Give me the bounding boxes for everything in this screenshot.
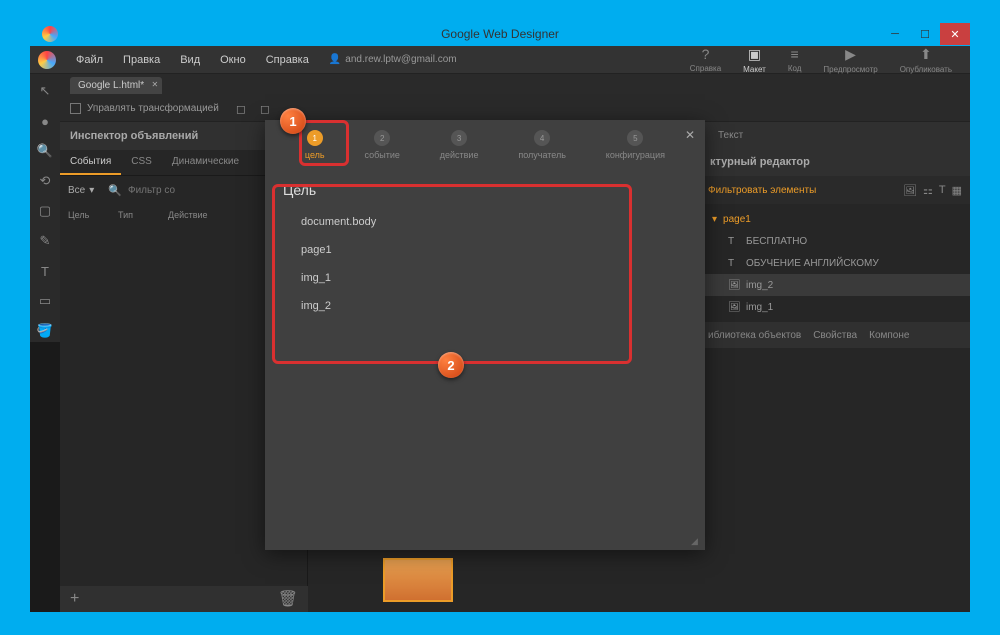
target-item[interactable]: img_1 (283, 264, 687, 292)
menu-view[interactable]: Вид (170, 54, 210, 66)
zoom-tool[interactable]: 🔍 (34, 140, 56, 162)
rect-tool[interactable]: ▭ (34, 290, 56, 312)
menu-help[interactable]: Справка (256, 54, 319, 66)
tree-item[interactable]: 🖼img_2 (700, 274, 970, 296)
maximize-button[interactable]: ☐ (910, 23, 940, 45)
panel-footer: + 🗑 (60, 586, 308, 612)
modal-close-icon[interactable]: ✕ (685, 128, 695, 142)
close-tab-icon[interactable]: ✕ (151, 80, 158, 89)
transform-label: Управлять трансформацией (87, 103, 219, 114)
tab-row: Google L.html* ✕ (30, 74, 970, 96)
col-type: Тип (118, 210, 168, 220)
tab-library[interactable]: иблиотека объектов (702, 330, 807, 341)
rect2-icon[interactable]: ◻ (255, 99, 275, 119)
shape-tool[interactable]: ▢ (34, 200, 56, 222)
layout-action[interactable]: ▣Макет (733, 44, 776, 76)
step-config[interactable]: 5конфигурация (606, 130, 665, 160)
minimize-button[interactable]: ─ (880, 23, 910, 45)
event-wizard-modal: 1цель 2событие 3действие 4получатель 5ко… (265, 120, 705, 550)
fill-tool[interactable]: 🪣 (34, 320, 56, 342)
target-item[interactable]: page1 (283, 236, 687, 264)
window-title: Google Web Designer (441, 27, 559, 41)
toolbar: Управлять трансформацией ◻ ◻ (30, 96, 970, 122)
help-action[interactable]: ?Справка (680, 44, 731, 76)
app-icon (42, 26, 58, 42)
filter-input[interactable] (128, 185, 198, 196)
step-action[interactable]: 3действие (440, 130, 479, 160)
rect-icon[interactable]: ◻ (231, 99, 251, 119)
logo-icon (38, 51, 56, 69)
left-toolbar: ↖ ● 🔍 ⟲ ▢ ✎ T ▭ 🪣 (30, 74, 60, 342)
rotate-tool[interactable]: ⟲ (34, 170, 56, 192)
tree-item[interactable]: 🖼img_1 (700, 296, 970, 318)
help-icon: ? (702, 46, 710, 62)
step-target[interactable]: 1цель (305, 130, 325, 160)
col-action: Действие (168, 210, 228, 220)
target-item[interactable]: document.body (283, 208, 687, 236)
transform-checkbox[interactable] (70, 103, 81, 114)
tab-dynamic[interactable]: Динамические (162, 150, 249, 175)
code-action[interactable]: ≡Код (778, 44, 812, 76)
pen-tool[interactable]: ✎ (34, 230, 56, 252)
tab-properties[interactable]: Свойства (807, 330, 863, 341)
annotation-2: 2 (438, 352, 464, 378)
cursor-tool[interactable]: ↖ (34, 80, 56, 102)
brush-tool[interactable]: ● (34, 110, 56, 132)
step-receiver[interactable]: 4получатель (518, 130, 566, 160)
target-item[interactable]: img_2 (283, 292, 687, 320)
tab-components[interactable]: Компоне (863, 330, 915, 341)
tab-css[interactable]: CSS (121, 150, 162, 175)
outline-header: ктурный редактор (700, 148, 970, 176)
menu-window[interactable]: Окно (210, 54, 256, 66)
filter-select[interactable]: Все▾ (68, 185, 94, 196)
tree-icon[interactable]: ⚏ (923, 184, 933, 197)
search-icon: 🔍 (108, 184, 122, 197)
right-panel: Текст ктурный редактор Фильтровать элеме… (700, 122, 970, 612)
text-tool[interactable]: T (34, 260, 56, 282)
trash-icon[interactable]: 🗑 (278, 589, 298, 609)
menubar: Файл Правка Вид Окно Справка 👤 and.rew.l… (30, 46, 970, 74)
preview-icon: ▶ (845, 46, 856, 63)
page-thumbnail[interactable] (383, 558, 453, 602)
step-event[interactable]: 2событие (364, 130, 399, 160)
image-icon: 🖼 (728, 280, 740, 291)
document-tab[interactable]: Google L.html* ✕ (70, 77, 162, 94)
menu-edit[interactable]: Правка (113, 54, 170, 66)
image-icon: 🖼 (728, 302, 740, 313)
preview-action[interactable]: ▶Предпросмотр (813, 44, 887, 76)
publish-icon: ⬆ (920, 46, 932, 63)
add-icon[interactable]: + (70, 590, 79, 608)
collapse-icon: ▾ (712, 214, 717, 225)
code-icon: ≡ (791, 46, 799, 62)
menu-file[interactable]: Файл (66, 54, 113, 66)
resize-handle[interactable]: ◢ (691, 536, 701, 546)
close-button[interactable]: ✕ (940, 23, 970, 45)
rp-tab-text[interactable]: Текст (708, 130, 753, 141)
titlebar: Google Web Designer ─ ☐ ✕ (30, 22, 970, 46)
publish-action[interactable]: ⬆Опубликовать (890, 44, 962, 76)
layout-icon: ▣ (748, 46, 761, 63)
modal-title: Цель (283, 182, 687, 198)
image-icon[interactable]: 🖼 (903, 184, 917, 197)
chevron-down-icon: ▾ (89, 185, 94, 196)
grid-icon[interactable]: ▦ (952, 184, 962, 197)
annotation-1: 1 (280, 108, 306, 134)
filter-elements-label[interactable]: Фильтровать элементы (708, 185, 816, 196)
text-icon: T (728, 236, 740, 247)
text-icon: T (728, 258, 740, 269)
tree-item[interactable]: TОБУЧЕНИЕ АНГЛИЙСКОМУ (700, 252, 970, 274)
person-icon: 👤 (329, 54, 341, 65)
t-icon[interactable]: T (939, 184, 946, 197)
tree-root[interactable]: ▾page1 (700, 208, 970, 230)
tab-events[interactable]: События (60, 150, 121, 175)
wizard-steps: 1цель 2событие 3действие 4получатель 5ко… (265, 120, 705, 170)
tree-item[interactable]: TБЕСПЛАТНО (700, 230, 970, 252)
user-email[interactable]: 👤 and.rew.lptw@gmail.com (329, 54, 457, 65)
element-tree: ▾page1 TБЕСПЛАТНО TОБУЧЕНИЕ АНГЛИЙСКОМУ … (700, 204, 970, 322)
col-target: Цель (68, 210, 118, 220)
